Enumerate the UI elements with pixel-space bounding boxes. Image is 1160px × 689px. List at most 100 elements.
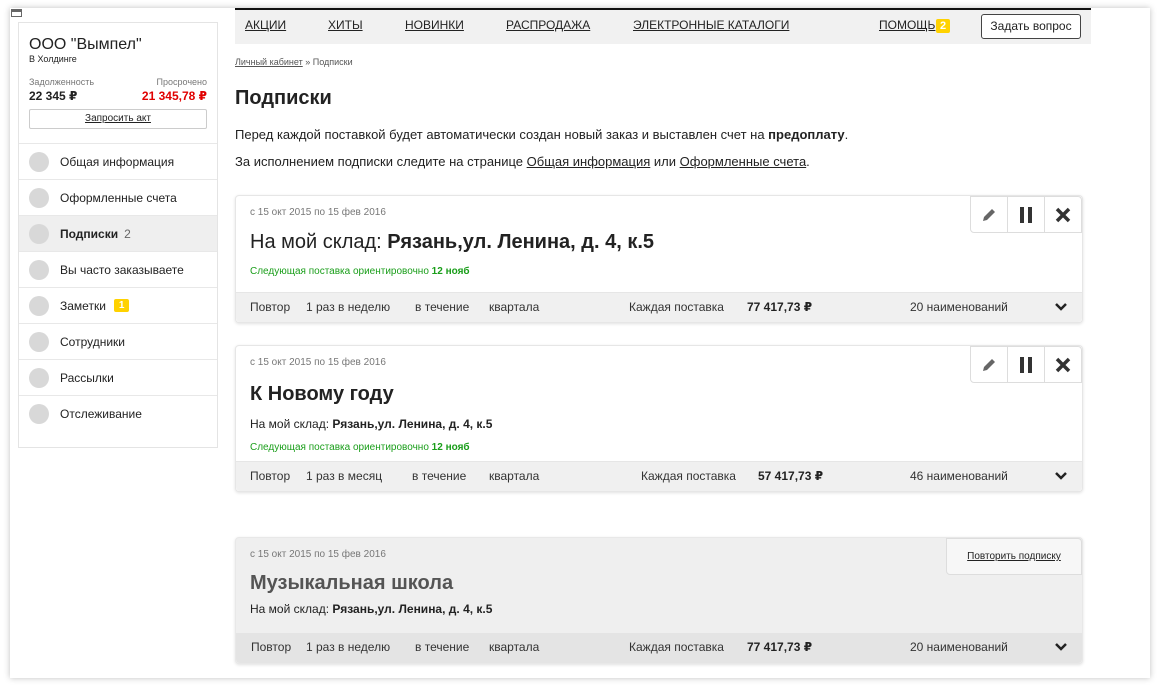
repeat-subscription-button[interactable]: Повторить подписку [946, 538, 1082, 575]
address-value: Рязань,ул. Ленина, д. 4, к.5 [332, 417, 493, 431]
circle-icon [29, 367, 49, 388]
sidebar-item-general-info[interactable]: Общая информация [19, 144, 217, 180]
top-nav: АКЦИИ ХИТЫ НОВИНКИ РАСПРОДАЖА ЭЛЕКТРОННЫ… [235, 8, 1091, 44]
next-delivery-label: Следующая поставка ориентировочно [250, 266, 432, 277]
sidebar-item-mailings[interactable]: Рассылки [19, 360, 217, 396]
subscription-footer: Повтор 1 раз в неделю в течение квартала… [236, 633, 1082, 663]
edit-button[interactable] [971, 347, 1007, 382]
breadcrumb: Личный кабинет » Подписки [235, 57, 353, 67]
subscriptions-count: 2 [124, 226, 131, 241]
edit-button[interactable] [971, 197, 1007, 232]
intro-text: Перед каждой поставкой будет автоматичес… [235, 127, 848, 142]
items-count: 20 наименований [910, 300, 1008, 314]
each-delivery-label: Каждая поставка [641, 469, 736, 483]
nav-new[interactable]: НОВИНКИ [405, 18, 464, 32]
each-delivery-label: Каждая поставка [629, 640, 724, 654]
overdue-label: Просрочено [156, 77, 207, 87]
sidebar-item-notes[interactable]: Заметки 1 [19, 288, 217, 324]
sidebar-item-frequent-orders[interactable]: Вы часто заказываете [19, 252, 217, 288]
link-invoices[interactable]: Оформленные счета [680, 154, 807, 169]
subscription-title: Музыкальная школа [250, 572, 454, 594]
notes-badge: 1 [113, 299, 130, 312]
subscription-actions [970, 346, 1082, 383]
circle-icon [29, 223, 49, 244]
breadcrumb-link-cabinet[interactable]: Личный кабинет [235, 57, 303, 67]
close-icon [1055, 207, 1071, 222]
subscription-period: с 15 окт 2015 по 15 фев 2016 [250, 207, 386, 218]
each-delivery-label: Каждая поставка [629, 300, 724, 314]
subscription-period: с 15 окт 2015 по 15 фев 2016 [250, 357, 386, 368]
intro2-end: . [806, 154, 810, 169]
pencil-icon [983, 208, 995, 221]
duration-value: квартала [489, 469, 540, 483]
delete-button[interactable] [1044, 197, 1081, 232]
debt-label: Задолженность [29, 77, 95, 87]
intro-text-part: Перед каждой поставкой будет автоматичес… [235, 127, 769, 142]
subscription-address: На мой склад: Рязань,ул. Ленина, д. 4, к… [250, 417, 492, 431]
chevron-down-icon[interactable] [1054, 642, 1068, 652]
items-count: 46 наименований [910, 469, 1008, 483]
repeat-label: Повтор [251, 640, 292, 654]
debt-row: Задолженность 22 345 ₽ Просрочено 21 345… [19, 77, 217, 103]
during-label: в течение [415, 640, 470, 654]
sidebar-item-invoices[interactable]: Оформленные счета [19, 180, 217, 216]
company-holding: В Холдинге [29, 54, 77, 64]
sidebar-item-label: Оформленные счета [60, 190, 177, 205]
each-delivery-sum: 77 417,73 ₽ [747, 300, 813, 314]
intro2-mid: или [650, 154, 680, 169]
sidebar-item-label: Вы часто заказываете [60, 262, 184, 277]
subscription-address: На мой склад: Рязань,ул. Ленина, д. 4, к… [250, 602, 492, 616]
next-delivery: Следующая поставка ориентировочно 12 ноя… [250, 266, 470, 277]
sidebar-item-tracking[interactable]: Отслеживание [19, 396, 217, 432]
nav-sale[interactable]: РАСПРОДАЖА [506, 18, 590, 32]
link-general-info[interactable]: Общая информация [527, 154, 651, 169]
chevron-down-icon[interactable] [1054, 471, 1068, 481]
during-label: в течение [412, 469, 467, 483]
circle-icon [29, 295, 49, 316]
next-delivery-label: Следующая поставка ориентировочно [250, 442, 432, 453]
circle-icon [29, 404, 49, 424]
sidebar-item-label: Общая информация [60, 154, 175, 169]
title-address: Рязань,ул. Ленина, д. 4, к.5 [387, 231, 655, 253]
each-delivery-sum: 77 417,73 ₽ [747, 640, 813, 654]
intro-text-end: . [844, 127, 849, 142]
subscription-footer: Повтор 1 раз в неделю в течение квартала… [236, 292, 1082, 322]
delete-button[interactable] [1044, 347, 1081, 382]
nav-help[interactable]: ПОМОЩЬ [879, 18, 935, 32]
address-value: Рязань,ул. Ленина, д. 4, к.5 [332, 602, 493, 616]
intro2-text: За исполнением подписки следите на стран… [235, 154, 527, 169]
sidebar-item-label: Подписки [60, 226, 119, 241]
chevron-down-icon[interactable] [1054, 302, 1068, 312]
nav-hits[interactable]: ХИТЫ [328, 18, 363, 32]
repeat-label: Повтор [250, 300, 291, 314]
request-act-button[interactable]: Запросить акт [29, 109, 207, 129]
company-block: ООО "Вымпел" В Холдинге [19, 23, 217, 64]
each-delivery-sum: 57 417,73 ₽ [758, 469, 824, 483]
sidebar-menu: Общая информация Оформленные счета Подпи… [19, 143, 217, 432]
during-label: в течение [415, 300, 470, 314]
sidebar-item-employees[interactable]: Сотрудники [19, 324, 217, 360]
subscription-footer: Повтор 1 раз в месяц в течение квартала … [236, 461, 1082, 491]
intro-links-text: За исполнением подписки следите на стран… [235, 154, 810, 169]
address-label: На мой склад: [250, 417, 333, 431]
sidebar: ООО "Вымпел" В Холдинге Задолженность 22… [18, 22, 218, 448]
nav-promotions[interactable]: АКЦИИ [245, 18, 286, 32]
items-count: 20 наименований [910, 640, 1008, 654]
sidebar-item-subscriptions[interactable]: Подписки 2 [19, 216, 217, 252]
ask-question-button[interactable]: Задать вопрос [981, 14, 1081, 39]
subscription-period: с 15 окт 2015 по 15 фев 2016 [250, 549, 386, 560]
subscription-card-paused: с 15 окт 2015 по 15 фев 2016 Музыкальная… [235, 537, 1083, 664]
nav-catalogs[interactable]: ЭЛЕКТРОННЫЕ КАТАЛОГИ [633, 18, 789, 32]
overdue-value: 21 345,78 ₽ [141, 89, 207, 103]
breadcrumb-separator: » [302, 57, 313, 67]
sidebar-item-label: Рассылки [60, 370, 114, 385]
pause-button[interactable] [1007, 197, 1044, 232]
pause-button[interactable] [1007, 347, 1044, 382]
circle-icon [29, 187, 49, 208]
repeat-label: Повтор [250, 469, 291, 483]
help-badge: 2 [936, 19, 951, 33]
pause-icon [1020, 206, 1032, 223]
next-delivery-date: 12 нояб [431, 442, 470, 453]
circle-icon [29, 151, 49, 172]
subscription-title: На мой склад: Рязань,ул. Ленина, д. 4, к… [250, 231, 654, 254]
